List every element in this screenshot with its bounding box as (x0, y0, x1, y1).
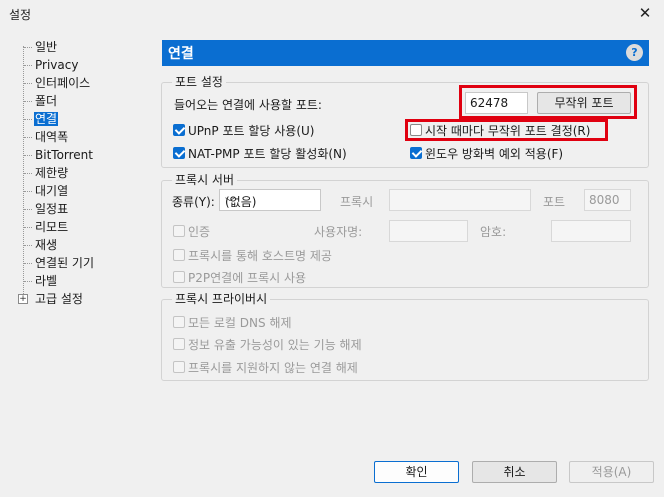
expand-icon[interactable]: + (18, 294, 28, 304)
highlight-box-random-start (405, 119, 608, 141)
disable-dns-label: 모든 로컬 DNS 해제 (188, 316, 292, 330)
proxy-server-title: 프록시 서버 (172, 173, 238, 187)
tree-item-scheduler[interactable]: 일정표 (14, 200, 154, 218)
disable-unsupported-connections-checkbox[interactable] (173, 361, 185, 373)
proxy-privacy-title: 프록시 프라이버시 (172, 292, 271, 306)
close-icon[interactable]: ✕ (636, 4, 654, 22)
disable-leak-features-label: 정보 유출 가능성이 있는 기능 해제 (188, 338, 362, 352)
tree-item-bandwidth[interactable]: 대역폭 (14, 128, 154, 146)
tree-item-bittorrent[interactable]: BitTorrent (14, 146, 154, 164)
disable-leak-features-checkbox[interactable] (173, 338, 185, 350)
proxy-username-label: 사용자명: (314, 225, 363, 239)
highlight-box-port (459, 85, 637, 119)
tree-item-queueing[interactable]: 대기열 (14, 182, 154, 200)
tree-item-paired-devices[interactable]: 연결된 기기 (14, 254, 154, 272)
tree-item-folders[interactable]: 폴더 (14, 92, 154, 110)
tree-item-playback[interactable]: 재생 (14, 236, 154, 254)
proxy-auth-label: 인증 (188, 225, 211, 239)
chevron-down-icon: ﹀ (225, 198, 235, 209)
upnp-label: UPnP 포트 할당 사용(U) (188, 124, 315, 138)
proxy-host-input[interactable] (389, 189, 531, 211)
proxy-port-input[interactable]: 8080 (584, 189, 631, 211)
apply-button[interactable]: 적용(A) (569, 461, 654, 483)
ok-button[interactable]: 확인 (374, 461, 459, 483)
tree-item-privacy[interactable]: Privacy (14, 56, 154, 74)
disable-unsupported-connections-label: 프록시를 지원하지 않는 연결 해제 (188, 361, 358, 375)
proxy-password-input[interactable] (551, 220, 631, 242)
proxy-password-label: 암호: (480, 225, 507, 239)
help-icon[interactable]: ? (626, 44, 643, 61)
proxy-username-input[interactable] (389, 220, 468, 242)
proxy-auth-checkbox[interactable] (173, 225, 185, 237)
section-title: 연결 (168, 46, 194, 62)
proxy-type-select[interactable]: (없음) ﹀ (219, 189, 321, 211)
proxy-p2p-label: P2P연결에 프록시 사용 (188, 271, 307, 285)
natpmp-checkbox[interactable] (173, 147, 185, 159)
tree-item-general[interactable]: 일반 (14, 38, 154, 56)
proxy-type-label: 종류(Y): (172, 195, 215, 209)
incoming-port-label: 들어오는 연결에 사용할 포트: (174, 98, 322, 112)
natpmp-label: NAT-PMP 포트 할당 활성화(N) (188, 147, 347, 161)
proxy-hostname-label: 프록시를 통해 호스트명 제공 (188, 249, 332, 263)
proxy-p2p-checkbox[interactable] (173, 271, 185, 283)
port-settings-title: 포트 설정 (172, 75, 226, 89)
tree-item-labels[interactable]: 라벨 (14, 272, 154, 290)
tree-item-interface[interactable]: 인터페이스 (14, 74, 154, 92)
title-bar: 설정 ✕ (0, 0, 664, 28)
upnp-checkbox[interactable] (173, 124, 185, 136)
proxy-host-label: 프록시 (340, 195, 374, 209)
proxy-hostname-checkbox[interactable] (173, 249, 185, 261)
cancel-button[interactable]: 취소 (472, 461, 557, 483)
settings-tree: 일반 Privacy 인터페이스 폴더 연결 대역폭 BitTorrent 제한… (14, 38, 154, 308)
window-title: 설정 (9, 8, 32, 22)
tree-item-transfer-cap[interactable]: 제한량 (14, 164, 154, 182)
firewall-exception-label: 윈도우 방화벽 예외 적용(F) (425, 147, 564, 161)
proxy-port-label: 포트 (543, 195, 566, 209)
disable-dns-checkbox[interactable] (173, 316, 185, 328)
tree-item-advanced[interactable]: + 고급 설정 (14, 290, 154, 308)
tree-item-connection[interactable]: 연결 (14, 110, 154, 128)
section-header: 연결 ? (162, 40, 649, 66)
tree-item-remote[interactable]: 리모트 (14, 218, 154, 236)
firewall-exception-checkbox[interactable] (410, 147, 422, 159)
